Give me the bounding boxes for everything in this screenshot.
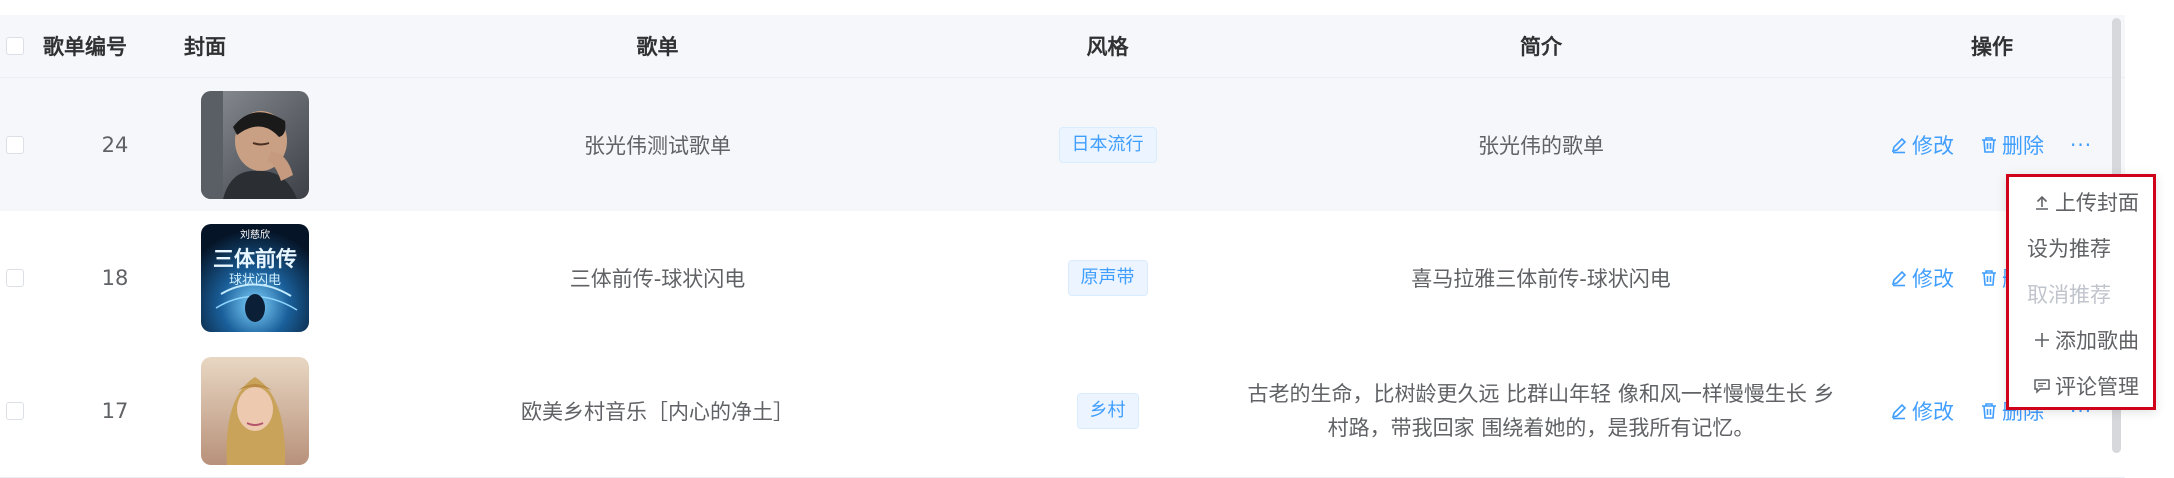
header-id: 歌单编号 [43, 35, 127, 59]
select-all-checkbox[interactable] [6, 37, 24, 55]
upload-cover-item[interactable]: 上传封面 [2009, 179, 2153, 225]
row-checkbox[interactable] [6, 135, 24, 154]
cancel-recommend-label: 取消推荐 [2027, 283, 2111, 307]
upload-cover-label: 上传封面 [2055, 191, 2139, 215]
edit-button[interactable]: 修改 [1890, 263, 1954, 293]
select-all-cell [0, 15, 30, 77]
header-ops: 操作 [1971, 35, 2013, 59]
cover-image [201, 90, 309, 199]
row-id: 17 [101, 398, 129, 423]
row-name: 三体前传-球状闪电 [569, 266, 746, 291]
upload-icon [2036, 195, 2048, 210]
style-tag: 原声带 [1067, 259, 1148, 296]
edit-label: 修改 [1912, 133, 1954, 158]
table-row: 18 刘慈欣 三体前传 球状闪电 三体前传-球状闪电 原声带 喜马拉雅三体前传-… [0, 211, 2125, 345]
header-style: 风格 [1086, 35, 1129, 59]
set-recommend-item[interactable]: 设为推荐 [2009, 225, 2153, 271]
row-id: 18 [101, 265, 129, 290]
cover-title-text: 三体前传 [213, 247, 297, 271]
add-song-item[interactable]: 添加歌曲 [2009, 317, 2153, 363]
row-intro-line: 古老的生命，比树龄更久远 比群山年轻 像和风一样慢慢生长 乡 [1247, 381, 1835, 406]
edit-button[interactable]: 修改 [1890, 130, 1954, 160]
cancel-recommend-item: 取消推荐 [2009, 271, 2153, 317]
row-intro-line: 村路，带我回家 围绕着她的，是我所有记忆。 [1327, 415, 1755, 440]
cover-image [201, 356, 309, 465]
more-actions-dropdown: 上传封面 设为推荐 取消推荐 添加歌曲 评论管理 [2006, 174, 2156, 410]
comment-manage-label: 评论管理 [2055, 375, 2139, 399]
cover-image: 刘慈欣 三体前传 球状闪电 [201, 223, 309, 332]
edit-label: 修改 [1912, 266, 1954, 291]
row-checkbox[interactable] [6, 268, 24, 287]
header-name: 歌单 [636, 35, 679, 59]
style-tag: 日本流行 [1058, 126, 1157, 163]
row-intro: 古老的生命，比树龄更久远 比群山年轻 像和风一样慢慢生长 乡 村路，带我回家 围… [1170, 344, 1912, 477]
edit-icon [1891, 137, 1907, 153]
edit-icon [1891, 403, 1907, 419]
delete-button[interactable]: 删除 [1980, 130, 2044, 160]
trash-icon [1982, 402, 1996, 419]
comment-manage-item[interactable]: 评论管理 [2009, 363, 2153, 409]
table-row: 17 欧美乡村音乐［内心的净土］ 乡村 古老的生命，比树龄更久远 比群山年轻 像… [0, 344, 2125, 478]
edit-icon [1891, 270, 1907, 286]
cover-author-text: 刘慈欣 [240, 228, 270, 241]
playlist-table: 歌单编号 封面 歌单 风格 简介 操作 24 张光伟测试歌单 日本流行 张光伟的… [0, 0, 2174, 478]
row-checkbox[interactable] [6, 401, 24, 420]
edit-button[interactable]: 修改 [1890, 396, 1954, 426]
trash-icon [1982, 136, 1996, 153]
table-header: 歌单编号 封面 歌单 风格 简介 操作 [0, 15, 2125, 78]
header-cover: 封面 [184, 35, 226, 59]
row-id: 24 [101, 132, 129, 157]
set-recommend-label: 设为推荐 [2027, 237, 2111, 261]
delete-label: 删除 [2002, 133, 2044, 158]
row-name: 张光伟测试歌单 [584, 133, 731, 158]
plus-icon [2035, 333, 2049, 347]
row-intro: 喜马拉雅三体前传-球状闪电 [1411, 266, 1671, 291]
add-song-label: 添加歌曲 [2055, 329, 2139, 353]
cover-subtitle-text: 球状闪电 [229, 273, 281, 288]
row-name: 欧美乡村音乐［内心的净土］ [521, 399, 794, 424]
more-icon[interactable]: ··· [2070, 133, 2092, 157]
edit-label: 修改 [1912, 399, 1954, 424]
row-intro: 张光伟的歌单 [1478, 133, 1604, 158]
header-intro: 简介 [1520, 35, 1562, 59]
comment-icon [2034, 379, 2050, 394]
table-row: 24 张光伟测试歌单 日本流行 张光伟的歌单 修改 删除 ··· [0, 78, 2125, 212]
style-tag: 乡村 [1076, 392, 1139, 429]
trash-icon [1982, 269, 1996, 286]
